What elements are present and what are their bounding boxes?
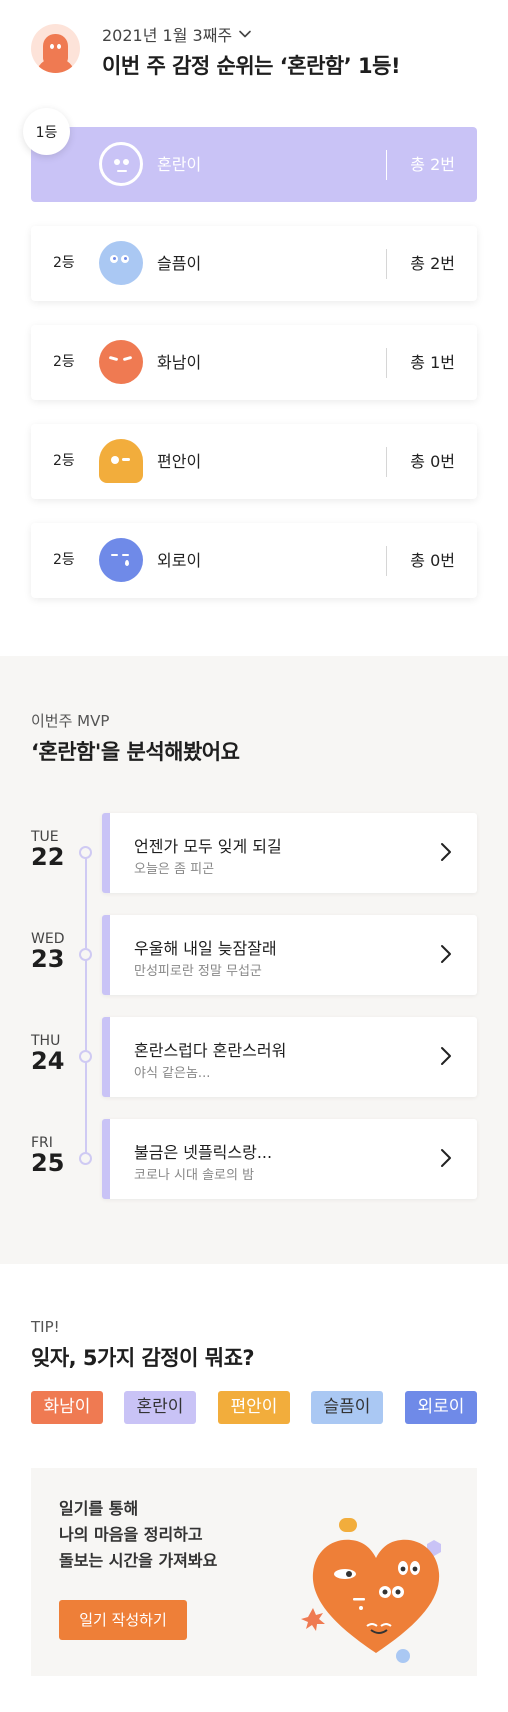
- diary-entry-card[interactable]: 언젠가 모두 잊게 되길 오늘은 좀 피곤: [102, 813, 477, 893]
- day-date: 23: [31, 945, 65, 973]
- timeline-dot: [79, 846, 92, 859]
- day-label: FRI 25: [31, 1135, 71, 1177]
- chevron-right-icon: [441, 1047, 451, 1065]
- diary-entry-card[interactable]: 불금은 넷플릭스랑... 코로나 시대 솔로의 밤: [102, 1119, 477, 1199]
- divider: [386, 150, 387, 180]
- rank-number: 2등: [53, 453, 75, 469]
- emotion-chip-calm[interactable]: 편안이: [218, 1391, 290, 1424]
- tip-label: TIP!: [31, 1318, 60, 1336]
- emotion-chip-sad[interactable]: 슬픔이: [311, 1391, 383, 1424]
- emotion-count: 총 0번: [410, 551, 455, 570]
- confused-face-icon: [99, 142, 143, 186]
- week-label: 2021년 1월 3째주: [102, 26, 233, 45]
- entry-summary: 만성피로란 정말 무섭군: [134, 964, 262, 979]
- chevron-right-icon: [441, 1149, 451, 1167]
- lonely-face-icon: [99, 538, 143, 582]
- tip-title: 잊자, 5가지 감정이 뭐죠?: [31, 1346, 255, 1370]
- entry-title: 우울해 내일 늦잠잘래: [134, 939, 277, 958]
- timeline-dot: [79, 1050, 92, 1063]
- entry-title: 언젠가 모두 잊게 되길: [134, 837, 282, 856]
- rank-card-confused[interactable]: 혼란이 총 2번: [31, 127, 477, 202]
- divider: [386, 546, 387, 576]
- emotion-count: 총 2번: [410, 155, 455, 174]
- banner-line: 돌보는 시간을 가져봐요: [59, 1551, 218, 1570]
- emotion-count: 총 1번: [410, 353, 455, 372]
- timeline-line: [85, 852, 87, 1158]
- entry-title: 혼란스럽다 혼란스러워: [134, 1041, 287, 1060]
- diary-entry-card[interactable]: 우울해 내일 늦잠잘래 만성피로란 정말 무섭군: [102, 915, 477, 995]
- rank-card-lonely[interactable]: 2등 외로이 총 0번: [31, 523, 477, 598]
- rank-card-sad[interactable]: 2등 슬픔이 총 2번: [31, 226, 477, 301]
- entry-summary: 오늘은 좀 피곤: [134, 862, 215, 877]
- emotion-chip-confused[interactable]: 혼란이: [124, 1391, 196, 1424]
- sad-face-icon: [99, 241, 143, 285]
- emotion-name: 화남이: [157, 353, 202, 372]
- entry-summary: 야식 같은놈...: [134, 1066, 211, 1081]
- day-label: TUE 22: [31, 829, 71, 871]
- chevron-right-icon: [441, 843, 451, 861]
- day-date: 22: [31, 843, 65, 871]
- calm-face-icon: [99, 439, 143, 483]
- rank-card-calm[interactable]: 2등 편안이 총 0번: [31, 424, 477, 499]
- emotion-name: 외로이: [157, 551, 202, 570]
- day-label: THU 24: [31, 1033, 71, 1075]
- mvp-section: 이번주 MVP ‘혼란함'을 분석해봤어요 TUE 22 언젠가 모두 잊게 되…: [0, 656, 508, 1264]
- day-label: WED 23: [31, 931, 71, 973]
- banner-line: 나의 마음을 정리하고: [59, 1525, 203, 1544]
- banner-text: 일기를 통해 나의 마음을 정리하고 돌보는 시간을 가져봐요: [59, 1496, 217, 1574]
- timeline-dot: [79, 948, 92, 961]
- timeline-dot: [79, 1152, 92, 1165]
- week-selector[interactable]: 2021년 1월 3째주: [102, 22, 252, 46]
- chevron-down-icon: [239, 30, 251, 38]
- emotion-chip-lonely[interactable]: 외로이: [405, 1391, 477, 1424]
- rank-number: 2등: [53, 354, 75, 370]
- day-date: 25: [31, 1149, 65, 1177]
- report-header: 2021년 1월 3째주 이번 주 감정 순위는 ‘혼란함’ 1등!: [31, 22, 491, 82]
- entry-title: 불금은 넷플릭스랑...: [134, 1143, 273, 1162]
- write-diary-banner: 일기를 통해 나의 마음을 정리하고 돌보는 시간을 가져봐요 일기 작성하기: [31, 1468, 477, 1676]
- write-diary-button[interactable]: 일기 작성하기: [59, 1600, 187, 1640]
- rank-number: 2등: [53, 255, 75, 271]
- page-title: 이번 주 감정 순위는 ‘혼란함’ 1등!: [102, 54, 401, 78]
- heart-character-illustration: [301, 1518, 441, 1663]
- emotion-name: 혼란이: [157, 155, 202, 174]
- entry-summary: 코로나 시대 솔로의 밤: [134, 1168, 255, 1183]
- emotion-count: 총 0번: [410, 452, 455, 471]
- mvp-subtitle: 이번주 MVP: [31, 712, 110, 730]
- diary-entry-card[interactable]: 혼란스럽다 혼란스러워 야식 같은놈...: [102, 1017, 477, 1097]
- divider: [386, 447, 387, 477]
- angry-face-icon: [99, 340, 143, 384]
- first-rank-badge: 1등: [23, 108, 70, 155]
- divider: [386, 249, 387, 279]
- emotion-name: 슬픔이: [157, 254, 202, 273]
- rank-number: 2등: [53, 552, 75, 568]
- emotion-chip-angry[interactable]: 화남이: [31, 1391, 103, 1424]
- chevron-right-icon: [441, 945, 451, 963]
- emotion-name: 편안이: [157, 452, 202, 471]
- banner-line: 일기를 통해: [59, 1499, 139, 1518]
- rank-card-angry[interactable]: 2등 화남이 총 1번: [31, 325, 477, 400]
- avatar[interactable]: [31, 24, 80, 73]
- mvp-title: ‘혼란함'을 분석해봤어요: [31, 740, 240, 764]
- divider: [386, 348, 387, 378]
- emotion-count: 총 2번: [410, 254, 455, 273]
- day-date: 24: [31, 1047, 65, 1075]
